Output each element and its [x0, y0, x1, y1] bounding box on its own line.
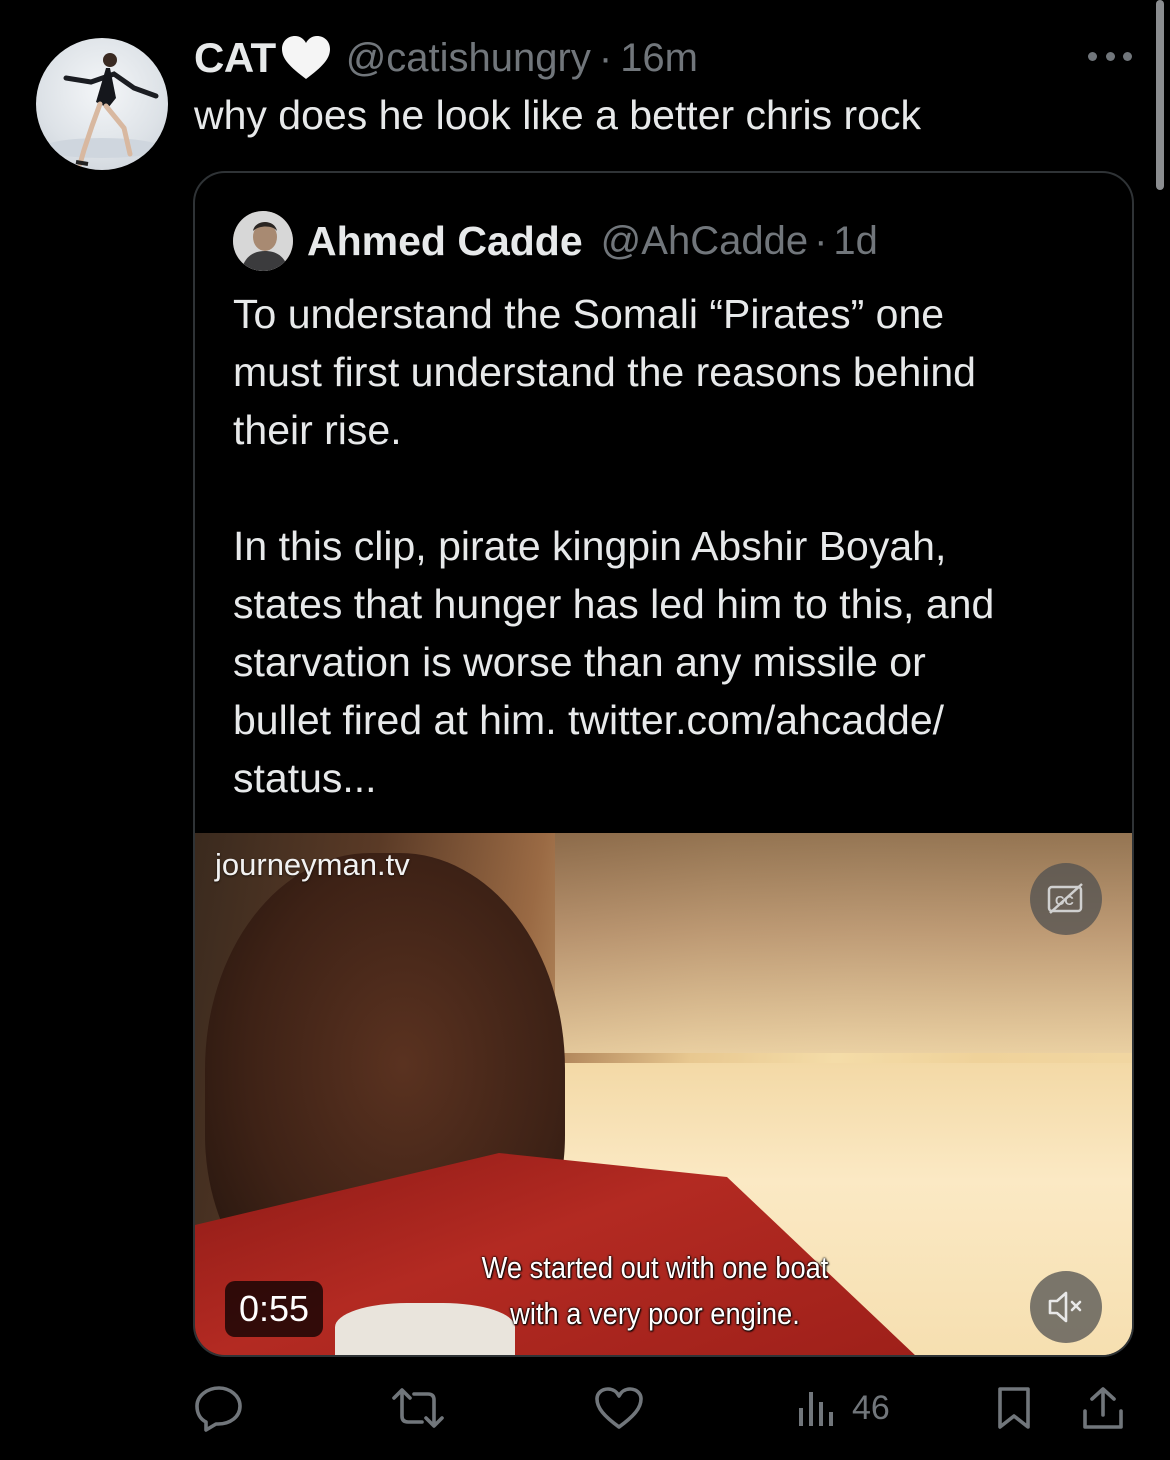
tweet-header: CAT @catishungry · 16m: [194, 30, 698, 86]
timestamp[interactable]: 16m: [620, 36, 698, 81]
video-background: [555, 833, 1132, 1053]
quoted-header: Ahmed Cadde @AhCadde · 1d: [307, 213, 878, 269]
separator-dot: ·: [814, 218, 828, 263]
heart-icon: [595, 1387, 643, 1429]
separator-dot: ·: [598, 35, 613, 80]
quoted-display-name[interactable]: Ahmed Cadde: [307, 218, 583, 265]
display-name[interactable]: CAT: [194, 34, 276, 82]
quoted-timestamp[interactable]: 1d: [833, 219, 878, 264]
quoted-paragraph-1: To understand the Somali “Pirates” one m…: [233, 291, 976, 453]
bookmark-button[interactable]: [994, 1380, 1034, 1436]
quoted-handle[interactable]: @AhCadde: [601, 219, 808, 264]
video-duration: 0:55: [225, 1281, 324, 1337]
quoted-text: To understand the Somali “Pirates” one m…: [233, 285, 1113, 807]
video-watermark: journeyman.tv: [215, 847, 410, 882]
views-count: 46: [852, 1388, 890, 1427]
speaker-muted-icon: [1048, 1291, 1082, 1323]
mute-button[interactable]: [1030, 1271, 1102, 1343]
quoted-paragraph-2[interactable]: In this clip, pirate kingpin Abshir Boya…: [233, 517, 1113, 807]
share-icon: [1083, 1387, 1123, 1429]
bookmark-icon: [998, 1387, 1030, 1429]
quoted-tweet[interactable]: Ahmed Cadde @AhCadde · 1d To understand …: [193, 171, 1134, 1357]
quoted-avatar[interactable]: [233, 211, 293, 271]
skater-avatar-image: [42, 53, 162, 167]
subtitle-line-1: We started out with one boat: [481, 1250, 829, 1285]
reply-button[interactable]: [194, 1380, 244, 1436]
captions-button[interactable]: CC: [1030, 863, 1102, 935]
more-options-icon[interactable]: [1088, 52, 1132, 62]
video-subtitles: We started out with one boat with a very…: [461, 1245, 848, 1337]
tweet-text: why does he look like a better chris roc…: [194, 92, 921, 138]
views-icon: [799, 1392, 833, 1426]
retweet-icon: [392, 1388, 444, 1428]
reply-icon: [195, 1386, 242, 1432]
like-button[interactable]: [594, 1380, 644, 1436]
retweet-button[interactable]: [390, 1380, 446, 1436]
share-button[interactable]: [1080, 1380, 1126, 1436]
video-player[interactable]: journeyman.tv CC We started out with one…: [195, 833, 1132, 1355]
subtitle-line-2: with a very poor engine.: [510, 1296, 800, 1331]
avatar[interactable]: [36, 38, 168, 170]
captions-off-icon: CC: [1047, 883, 1083, 914]
action-bar: 46: [194, 1380, 1130, 1436]
user-handle[interactable]: @catishungry: [346, 36, 591, 81]
views-button[interactable]: 46: [796, 1380, 890, 1436]
scrollbar[interactable]: [1156, 0, 1164, 190]
white-heart-icon: [280, 35, 332, 81]
